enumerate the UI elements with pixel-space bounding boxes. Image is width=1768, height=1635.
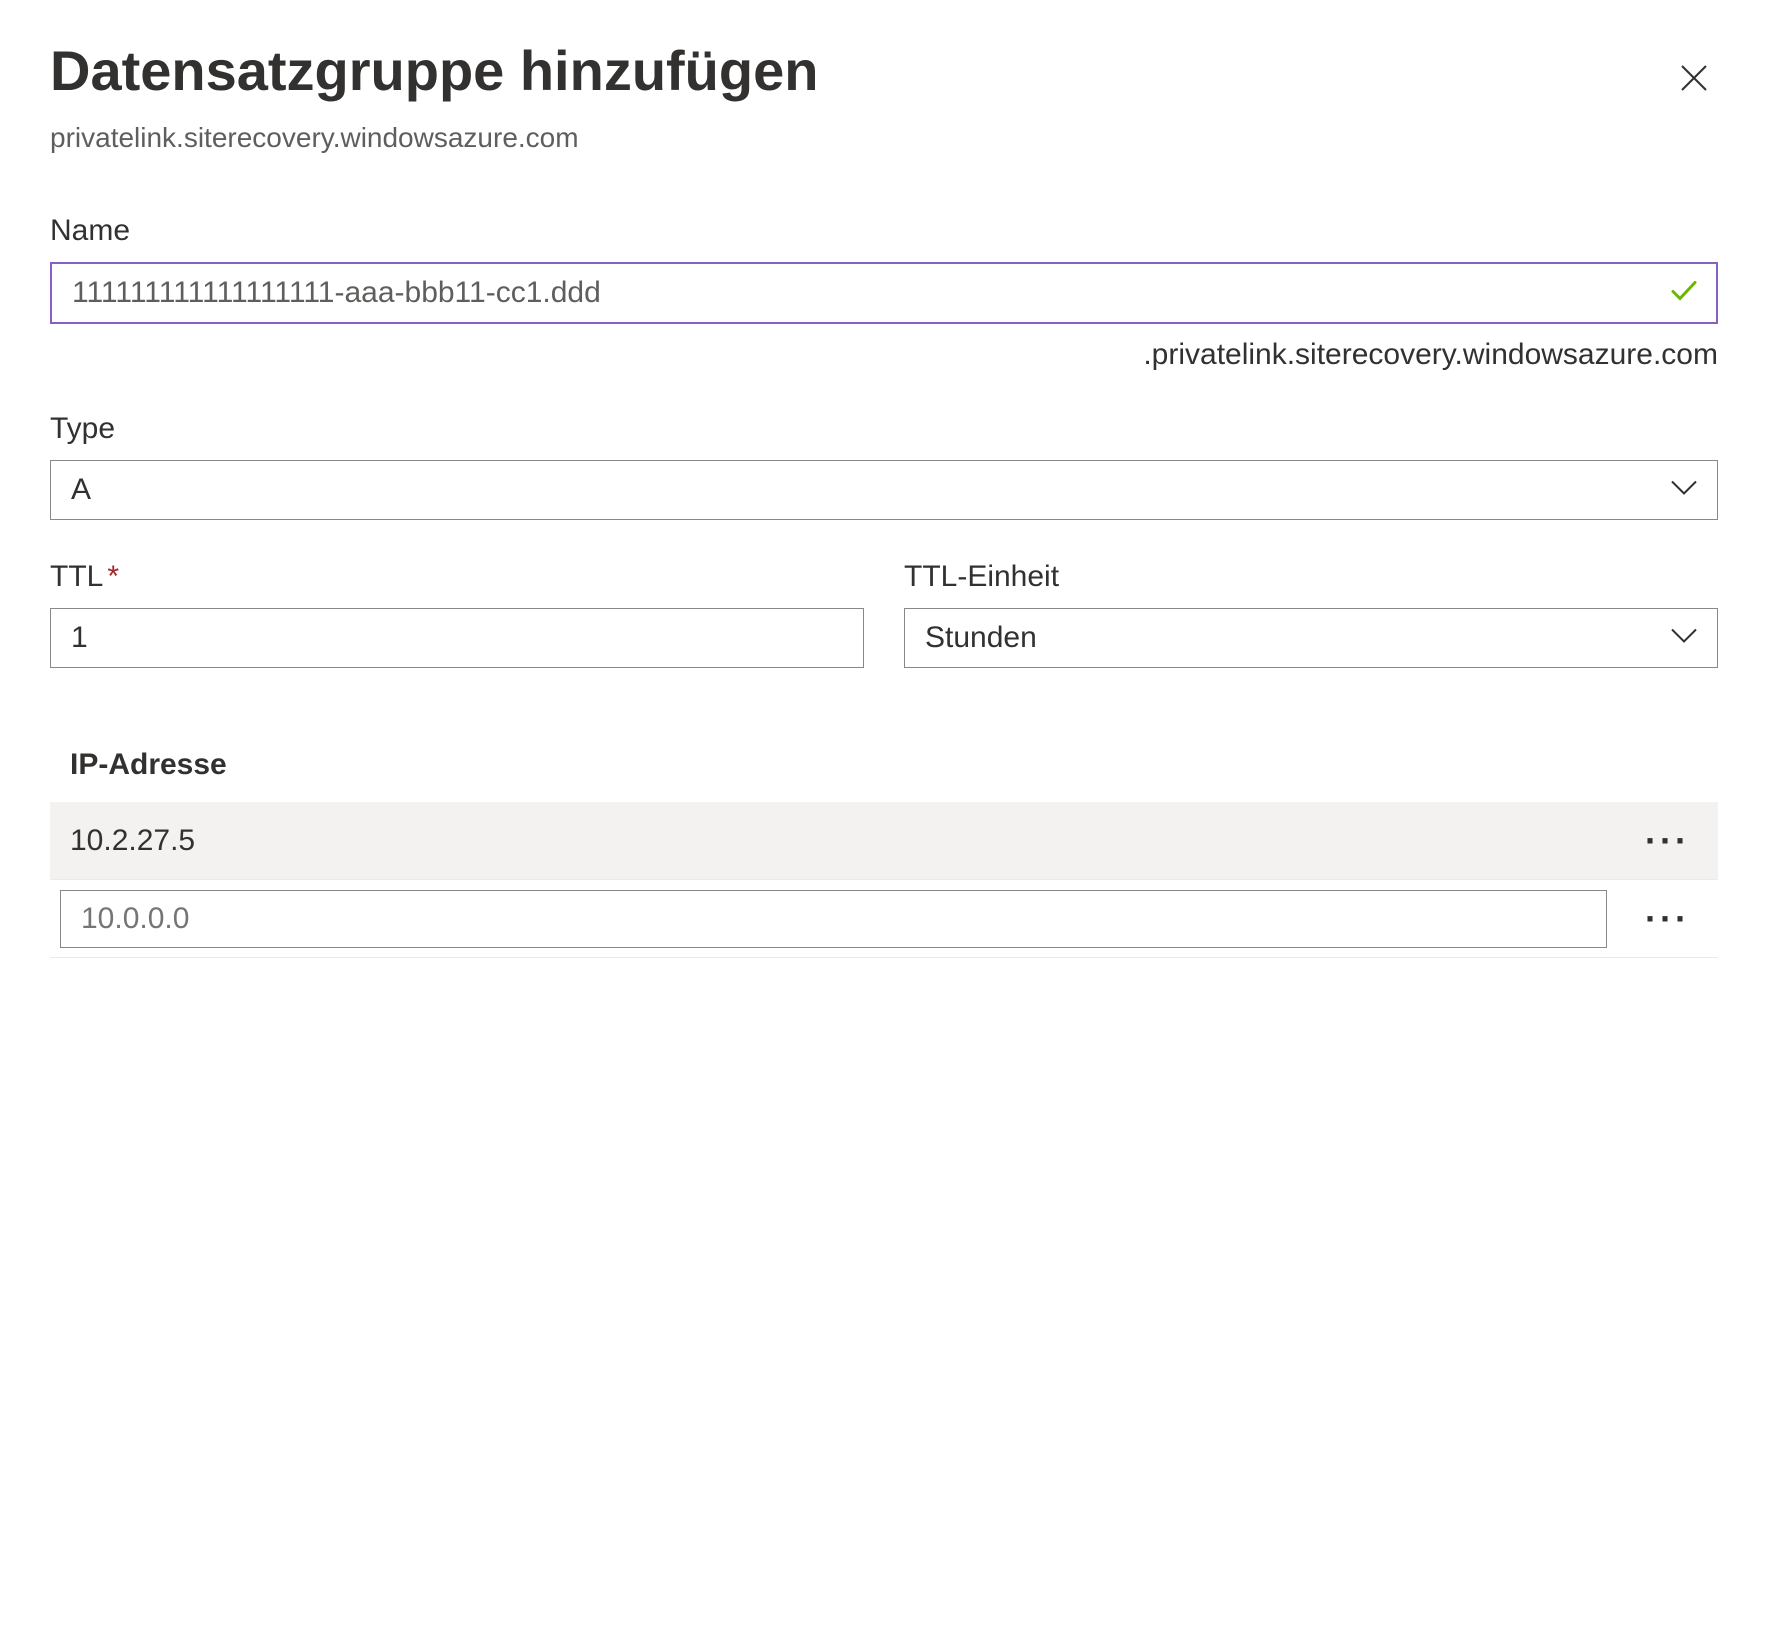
ttl-label: TTL* — [50, 560, 864, 594]
name-input[interactable] — [50, 262, 1718, 324]
ip-section-header: IP-Adresse — [50, 748, 1718, 802]
name-label: Name — [50, 214, 1718, 248]
checkmark-icon — [1668, 275, 1700, 312]
required-indicator: * — [107, 560, 119, 593]
panel-subtitle: privatelink.siterecovery.windowsazure.co… — [50, 122, 1718, 154]
ttl-unit-value: Stunden — [925, 621, 1037, 655]
name-suffix: .privatelink.siterecovery.windowsazure.c… — [50, 338, 1718, 372]
ellipsis-icon[interactable]: ··· — [1637, 901, 1698, 937]
panel-title: Datensatzgruppe hinzufügen — [50, 40, 818, 102]
type-value: A — [71, 473, 91, 507]
ip-value: 10.2.27.5 — [70, 824, 1637, 858]
ttl-unit-label: TTL-Einheit — [904, 560, 1718, 594]
close-icon[interactable] — [1670, 50, 1718, 110]
ip-input[interactable] — [60, 890, 1607, 948]
ip-row-new: ··· — [50, 880, 1718, 958]
type-select[interactable]: A — [50, 460, 1718, 520]
ttl-unit-select[interactable]: Stunden — [904, 608, 1718, 668]
ellipsis-icon[interactable]: ··· — [1637, 823, 1698, 859]
ttl-input[interactable] — [50, 608, 864, 668]
type-label: Type — [50, 412, 1718, 446]
ip-row: 10.2.27.5 ··· — [50, 802, 1718, 880]
